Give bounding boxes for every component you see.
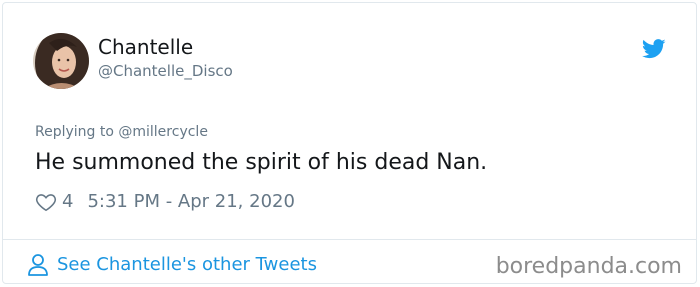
author-handle[interactable]: @Chantelle_Disco <box>98 61 233 81</box>
replying-to: Replying to @millercycle <box>35 124 208 140</box>
watermark: boredpanda.com <box>495 254 682 279</box>
heart-outline-icon[interactable] <box>35 191 57 213</box>
like-count[interactable]: 4 <box>62 189 73 215</box>
author-name[interactable]: Chantelle <box>98 35 193 59</box>
avatar[interactable] <box>33 33 89 89</box>
person-outline-icon <box>27 253 49 277</box>
tweet-meta: 4 5:31 PM - Apr 21, 2020 <box>35 189 295 215</box>
tweet-card: Chantelle @Chantelle_Disco Replying to @… <box>2 2 697 284</box>
tweet-text: He summoned the spirit of his dead Nan. <box>35 150 488 175</box>
see-other-tweets-link[interactable]: See Chantelle's other Tweets <box>27 253 317 277</box>
twitter-bird-icon[interactable] <box>642 39 666 59</box>
avatar-photo <box>33 33 89 89</box>
tweet-timestamp[interactable]: 5:31 PM - Apr 21, 2020 <box>87 189 294 215</box>
divider <box>3 239 696 240</box>
see-other-tweets-label[interactable]: See Chantelle's other Tweets <box>57 253 317 277</box>
